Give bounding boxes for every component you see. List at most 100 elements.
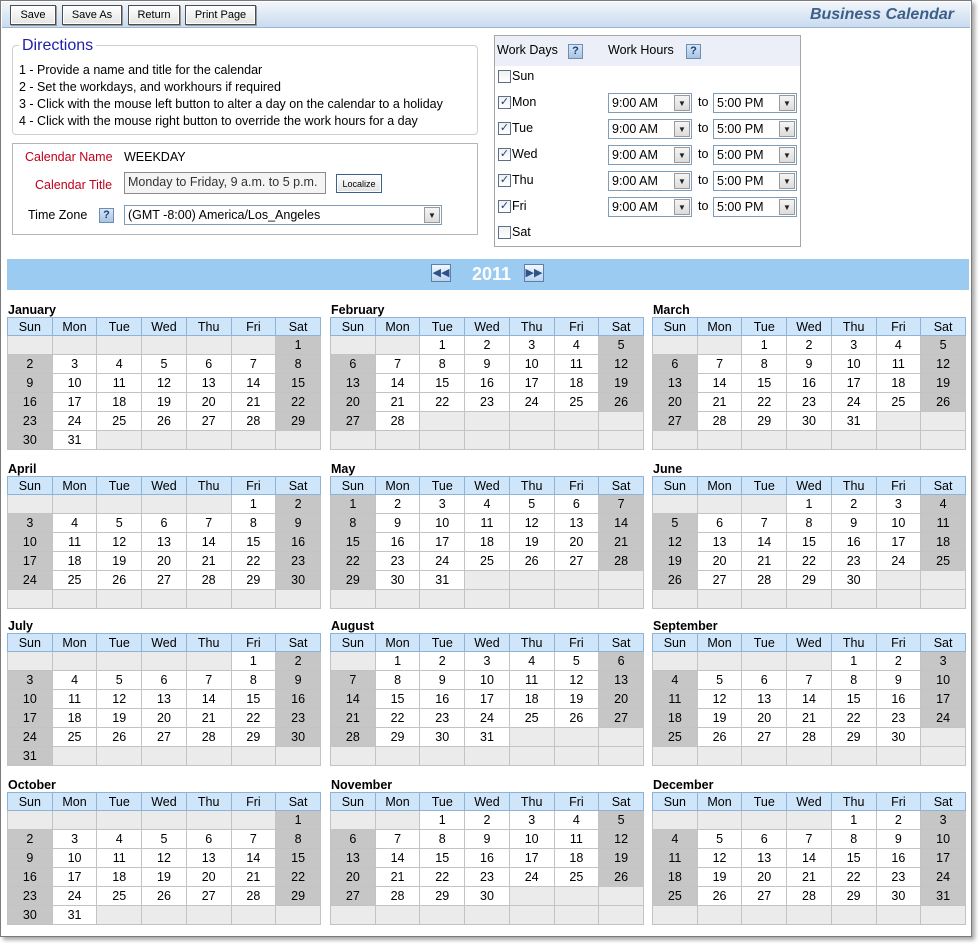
day-cell[interactable]: 13: [330, 373, 376, 393]
day-cell[interactable]: 7: [374, 829, 421, 849]
day-cell[interactable]: 4: [875, 335, 922, 355]
day-cell[interactable]: 15: [741, 373, 788, 393]
day-cell[interactable]: 30: [875, 727, 922, 747]
day-cell[interactable]: 9: [7, 848, 53, 868]
day-cell[interactable]: 27: [652, 411, 698, 431]
day-cell[interactable]: 11: [553, 354, 600, 374]
print-page-button[interactable]: Print Page: [185, 5, 256, 25]
day-cell[interactable]: 4: [553, 810, 600, 830]
day-cell[interactable]: 26: [696, 727, 743, 747]
day-cell[interactable]: 4: [652, 829, 698, 849]
day-cell[interactable]: 10: [830, 354, 877, 374]
day-cell[interactable]: 26: [920, 392, 966, 412]
day-cell[interactable]: 18: [508, 689, 555, 709]
day-cell[interactable]: 27: [330, 886, 376, 906]
day-cell[interactable]: 3: [7, 670, 53, 690]
day-cell[interactable]: 29: [830, 727, 877, 747]
day-cell[interactable]: 16: [419, 689, 466, 709]
start-time-select-tue[interactable]: 9:00 AM ▼: [608, 119, 692, 139]
day-cell[interactable]: 2: [875, 651, 922, 671]
day-cell[interactable]: 9: [830, 513, 877, 533]
day-cell[interactable]: 8: [786, 513, 832, 533]
day-cell[interactable]: 9: [464, 829, 510, 849]
day-cell[interactable]: 12: [553, 670, 600, 690]
day-cell[interactable]: 3: [419, 494, 466, 514]
day-cell[interactable]: 2: [875, 810, 922, 830]
day-cell[interactable]: 12: [598, 829, 644, 849]
day-cell[interactable]: 22: [275, 867, 321, 887]
day-cell[interactable]: 2: [464, 335, 510, 355]
day-cell[interactable]: 20: [652, 392, 698, 412]
workday-checkbox-mon[interactable]: ✓: [498, 96, 511, 109]
day-cell[interactable]: 2: [830, 494, 877, 514]
day-cell[interactable]: 11: [920, 513, 966, 533]
day-cell[interactable]: 24: [920, 867, 966, 887]
day-cell[interactable]: 5: [696, 829, 743, 849]
day-cell[interactable]: 5: [652, 513, 698, 533]
day-cell[interactable]: 30: [7, 430, 53, 450]
day-cell[interactable]: 17: [51, 392, 98, 412]
day-cell[interactable]: 30: [374, 570, 421, 590]
day-cell[interactable]: 30: [275, 570, 321, 590]
day-cell[interactable]: 28: [374, 411, 421, 431]
day-cell[interactable]: 24: [830, 392, 877, 412]
day-cell[interactable]: 29: [374, 727, 421, 747]
day-cell[interactable]: 26: [141, 411, 187, 431]
day-cell[interactable]: 28: [696, 411, 743, 431]
day-cell[interactable]: 29: [830, 886, 877, 906]
day-cell[interactable]: 25: [51, 727, 98, 747]
day-cell[interactable]: 15: [374, 689, 421, 709]
day-cell[interactable]: 4: [553, 335, 600, 355]
day-cell[interactable]: 29: [230, 727, 277, 747]
calendar-title-input[interactable]: Monday to Friday, 9 a.m. to 5 p.m.: [124, 172, 326, 194]
day-cell[interactable]: 26: [96, 727, 143, 747]
day-cell[interactable]: 22: [830, 708, 877, 728]
day-cell[interactable]: 14: [230, 848, 277, 868]
day-cell[interactable]: 13: [185, 373, 232, 393]
day-cell[interactable]: 3: [7, 513, 53, 533]
workday-checkbox-fri[interactable]: ✓: [498, 200, 511, 213]
day-cell[interactable]: 16: [875, 848, 922, 868]
day-cell[interactable]: 19: [920, 373, 966, 393]
day-cell[interactable]: 27: [185, 411, 232, 431]
day-cell[interactable]: 4: [464, 494, 510, 514]
day-cell[interactable]: 22: [230, 551, 277, 571]
day-cell[interactable]: 17: [920, 689, 966, 709]
day-cell[interactable]: 14: [230, 373, 277, 393]
day-cell[interactable]: 7: [230, 354, 277, 374]
day-cell[interactable]: 14: [786, 848, 832, 868]
day-cell[interactable]: 25: [96, 886, 143, 906]
day-cell[interactable]: 17: [920, 848, 966, 868]
workday-checkbox-tue[interactable]: ✓: [498, 122, 511, 135]
day-cell[interactable]: 26: [553, 708, 600, 728]
day-cell[interactable]: 13: [141, 532, 187, 552]
day-cell[interactable]: 22: [741, 392, 788, 412]
day-cell[interactable]: 1: [230, 494, 277, 514]
day-cell[interactable]: 17: [875, 532, 922, 552]
day-cell[interactable]: 19: [508, 532, 555, 552]
day-cell[interactable]: 10: [508, 829, 555, 849]
day-cell[interactable]: 10: [7, 689, 53, 709]
day-cell[interactable]: 24: [7, 570, 53, 590]
day-cell[interactable]: 4: [51, 670, 98, 690]
day-cell[interactable]: 26: [696, 886, 743, 906]
day-cell[interactable]: 23: [875, 708, 922, 728]
time-zone-help-icon[interactable]: ?: [99, 208, 114, 223]
start-time-select-fri[interactable]: 9:00 AM ▼: [608, 197, 692, 217]
day-cell[interactable]: 29: [741, 411, 788, 431]
day-cell[interactable]: 4: [51, 513, 98, 533]
day-cell[interactable]: 9: [786, 354, 832, 374]
day-cell[interactable]: 17: [508, 848, 555, 868]
day-cell[interactable]: 5: [598, 810, 644, 830]
day-cell[interactable]: 6: [741, 829, 788, 849]
day-cell[interactable]: 18: [652, 867, 698, 887]
day-cell[interactable]: 20: [141, 708, 187, 728]
day-cell[interactable]: 2: [464, 810, 510, 830]
workday-checkbox-sun[interactable]: [498, 70, 511, 83]
day-cell[interactable]: 4: [96, 829, 143, 849]
day-cell[interactable]: 16: [875, 689, 922, 709]
day-cell[interactable]: 21: [230, 867, 277, 887]
day-cell[interactable]: 23: [374, 551, 421, 571]
day-cell[interactable]: 12: [652, 532, 698, 552]
day-cell[interactable]: 23: [7, 886, 53, 906]
